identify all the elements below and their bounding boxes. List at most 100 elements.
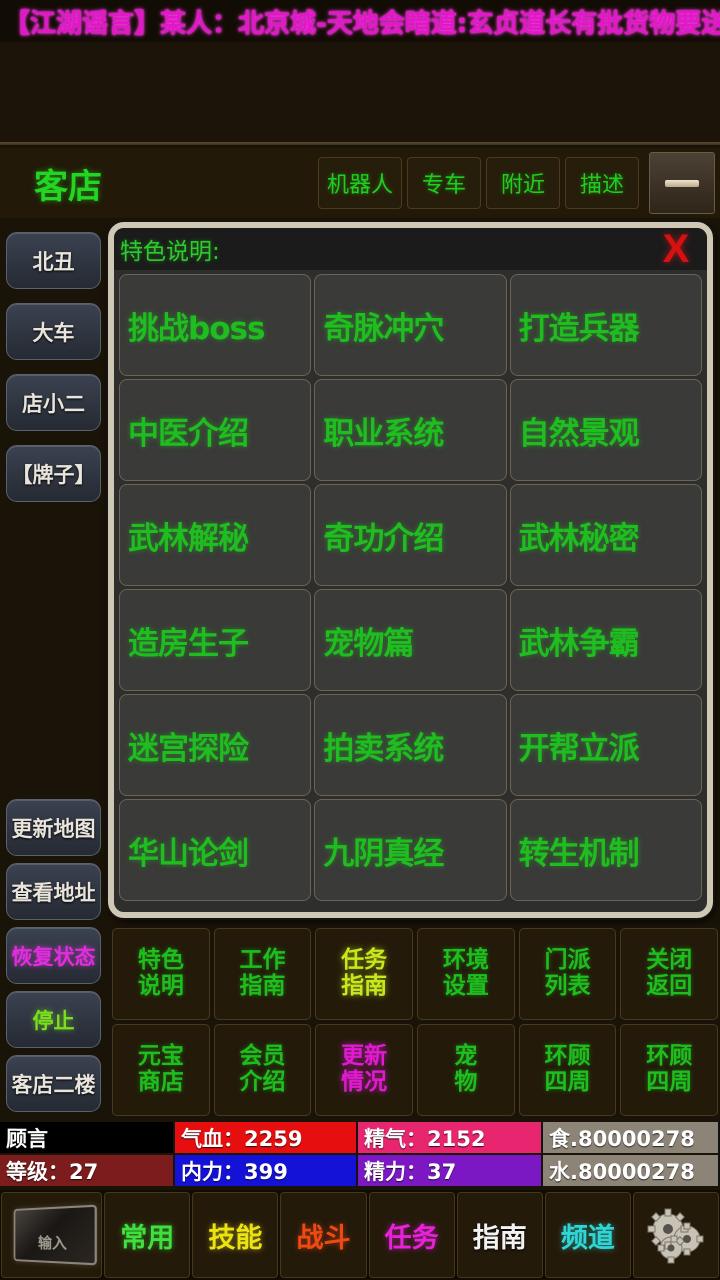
feature-cell[interactable]: 转生机制 — [509, 799, 702, 901]
command-label-line2: 指南 — [239, 973, 286, 999]
command-label-line2: 说明 — [137, 973, 184, 999]
feature-cell[interactable]: 造房生子 — [119, 589, 312, 691]
message-log-area — [0, 42, 720, 145]
command-label-line2: 返回 — [646, 973, 693, 999]
command-label-line2: 商店 — [137, 1069, 184, 1095]
command-button[interactable]: 工作 指南 — [213, 928, 312, 1020]
command-label-line2: 四周 — [646, 1069, 693, 1095]
settings-button[interactable] — [632, 1192, 720, 1278]
close-icon[interactable]: X — [649, 228, 703, 273]
sidebar-item-sign[interactable]: 【牌子】 — [6, 445, 101, 502]
command-panel: 特色 说明 工作 指南 任务 指南 环境 设置 门派 列表 关闭 返回 元宝 商店 会员 介绍 更新 情况宠物环… — [110, 926, 720, 1122]
feature-cell[interactable]: 职业系统 — [314, 379, 507, 481]
sidebar-item-restore-status[interactable]: 恢复状态 — [6, 927, 101, 984]
left-sidebar: 北丑 大车 店小二 【牌子】 更新地图 查看地址 恢复状态 停止 客店二楼 — [0, 222, 108, 1120]
feature-cell[interactable]: 武林秘密 — [509, 484, 702, 586]
nav-item-quests[interactable]: 任务 — [368, 1192, 455, 1278]
command-label-line2: 列表 — [544, 973, 591, 999]
command-button[interactable]: 特色 说明 — [112, 928, 210, 1020]
status-row-1: 顾言 气血：2259 精气：2152 食.80000278 — [0, 1122, 720, 1153]
feature-description-dialog: 特色说明: X 挑战boss 奇脉冲穴 打造兵器中医介绍 职业系统 自然景观武林解秘 奇功… — [108, 222, 713, 918]
window-header: 客店 机器人 专车 附近 描述 — [0, 148, 720, 218]
feature-cell[interactable]: 开帮立派 — [509, 694, 702, 796]
feature-cell[interactable]: 奇功介绍 — [314, 484, 507, 586]
command-label-line1: 更新 — [341, 1043, 388, 1070]
page-title: 客店 — [34, 166, 102, 207]
status-cell: 水.80000278 — [543, 1155, 720, 1186]
feature-cell[interactable]: 武林争霸 — [509, 589, 702, 691]
status-panel: 顾言 气血：2259 精气：2152 食.80000278 等级：27 内力：399 精力… — [0, 1122, 720, 1186]
command-label-line2: 物 — [454, 1069, 478, 1095]
feature-cell[interactable]: 迷宫探险 — [119, 694, 312, 796]
command-button[interactable]: 元宝 商店 — [112, 1024, 210, 1116]
command-button[interactable]: 会员 介绍 — [213, 1024, 312, 1116]
header-button-express[interactable]: 专车 — [407, 157, 481, 209]
sidebar-item-update-map[interactable]: 更新地图 — [6, 799, 101, 856]
text-input-placeholder: 输入 — [37, 1233, 67, 1253]
command-label-line1: 环顾 — [646, 1043, 693, 1070]
dialog-header: 特色说明: X — [114, 228, 707, 273]
command-label-line1: 关闭 — [646, 947, 693, 974]
command-label-line1: 元宝 — [137, 1043, 184, 1070]
status-row-2: 等级：27 内力：399 精力：37 水.80000278 — [0, 1155, 720, 1186]
broadcast-banner: 【江湖谣言】某人：北京城-天地会暗道:玄贞道长有批货物要送到 — [0, 0, 720, 42]
command-label-line1: 宠 — [454, 1043, 478, 1070]
feature-cell[interactable]: 奇脉冲穴 — [314, 274, 507, 376]
broadcast-text: 【江湖谣言】某人：北京城-天地会暗道:玄贞道长有批货物要送到 — [4, 8, 720, 39]
feature-cell[interactable]: 武林解秘 — [119, 484, 312, 586]
command-row-2: 元宝 商店 会员 介绍 更新 情况宠物环顾 四周 环顾 四周 — [110, 1022, 720, 1118]
minimize-button[interactable] — [649, 152, 715, 214]
nav-item-skills[interactable]: 技能 — [192, 1192, 279, 1278]
feature-cell[interactable]: 九阴真经 — [314, 799, 507, 901]
feature-cell[interactable]: 宠物篇 — [314, 589, 507, 691]
status-cell: 气血：2259 — [175, 1122, 358, 1153]
command-button[interactable]: 更新 情况 — [315, 1024, 414, 1116]
command-label-line2: 指南 — [341, 973, 388, 999]
sidebar-item-inn-2f[interactable]: 客店二楼 — [6, 1055, 101, 1112]
status-cell: 食.80000278 — [543, 1122, 720, 1153]
feature-cell[interactable]: 拍卖系统 — [314, 694, 507, 796]
nav-item-channel[interactable]: 频道 — [544, 1192, 631, 1278]
command-button[interactable]: 环境 设置 — [417, 928, 515, 1020]
minimize-icon — [665, 179, 699, 187]
command-label-line1: 特色 — [137, 947, 184, 974]
command-label-line1: 任务 — [341, 947, 388, 974]
text-input-button[interactable]: 输入 — [1, 1192, 103, 1278]
command-label-line2: 设置 — [442, 973, 489, 999]
sidebar-item-npc-2[interactable]: 大车 — [6, 303, 101, 360]
command-button[interactable]: 环顾 四周 — [620, 1024, 719, 1116]
bottom-navbar: 输入 常用 技能 战斗 任务 指南 频道 — [0, 1190, 720, 1280]
feature-cell[interactable]: 挑战boss — [119, 274, 312, 376]
command-button[interactable]: 门派 列表 — [518, 928, 617, 1020]
status-cell: 精气：2152 — [358, 1122, 543, 1153]
feature-cell[interactable]: 中医介绍 — [119, 379, 312, 481]
status-cell: 顾言 — [0, 1122, 175, 1153]
header-button-nearby[interactable]: 附近 — [486, 157, 560, 209]
header-button-robot[interactable]: 机器人 — [317, 157, 402, 209]
sidebar-item-stop[interactable]: 停止 — [6, 991, 101, 1048]
feature-cell[interactable]: 打造兵器 — [509, 274, 702, 376]
feature-cell[interactable]: 自然景观 — [509, 379, 702, 481]
game-screen: 【江湖谣言】某人：北京城-天地会暗道:玄贞道长有批货物要送到 客店 机器人 专车… — [0, 0, 720, 1280]
command-label-line1: 门派 — [544, 947, 591, 974]
header-button-describe[interactable]: 描述 — [565, 157, 639, 209]
command-button[interactable]: 宠物 — [417, 1024, 515, 1116]
feature-grid: 挑战boss 奇脉冲穴 打造兵器中医介绍 职业系统 自然景观武林解秘 奇功介绍 武林秘密造房… — [114, 270, 707, 906]
status-cell: 精力：37 — [358, 1155, 543, 1186]
feature-cell[interactable]: 华山论剑 — [119, 799, 312, 901]
sidebar-item-npc-1[interactable]: 北丑 — [6, 232, 101, 289]
status-cell: 等级：27 — [0, 1155, 175, 1186]
command-label-line2: 介绍 — [239, 1069, 286, 1095]
gears-icon — [647, 1208, 704, 1264]
command-button[interactable]: 任务 指南 — [315, 928, 414, 1020]
status-cell: 内力：399 — [175, 1155, 358, 1186]
command-button[interactable]: 关闭 返回 — [620, 928, 719, 1020]
command-label-line2: 四周 — [544, 1069, 591, 1095]
command-button[interactable]: 环顾 四周 — [518, 1024, 617, 1116]
nav-item-guide[interactable]: 指南 — [456, 1192, 543, 1278]
sidebar-item-npc-3[interactable]: 店小二 — [6, 374, 101, 431]
nav-item-combat[interactable]: 战斗 — [280, 1192, 367, 1278]
sidebar-item-view-address[interactable]: 查看地址 — [6, 863, 101, 920]
command-label-line1: 环顾 — [544, 1043, 591, 1070]
nav-item-common[interactable]: 常用 — [104, 1192, 191, 1278]
